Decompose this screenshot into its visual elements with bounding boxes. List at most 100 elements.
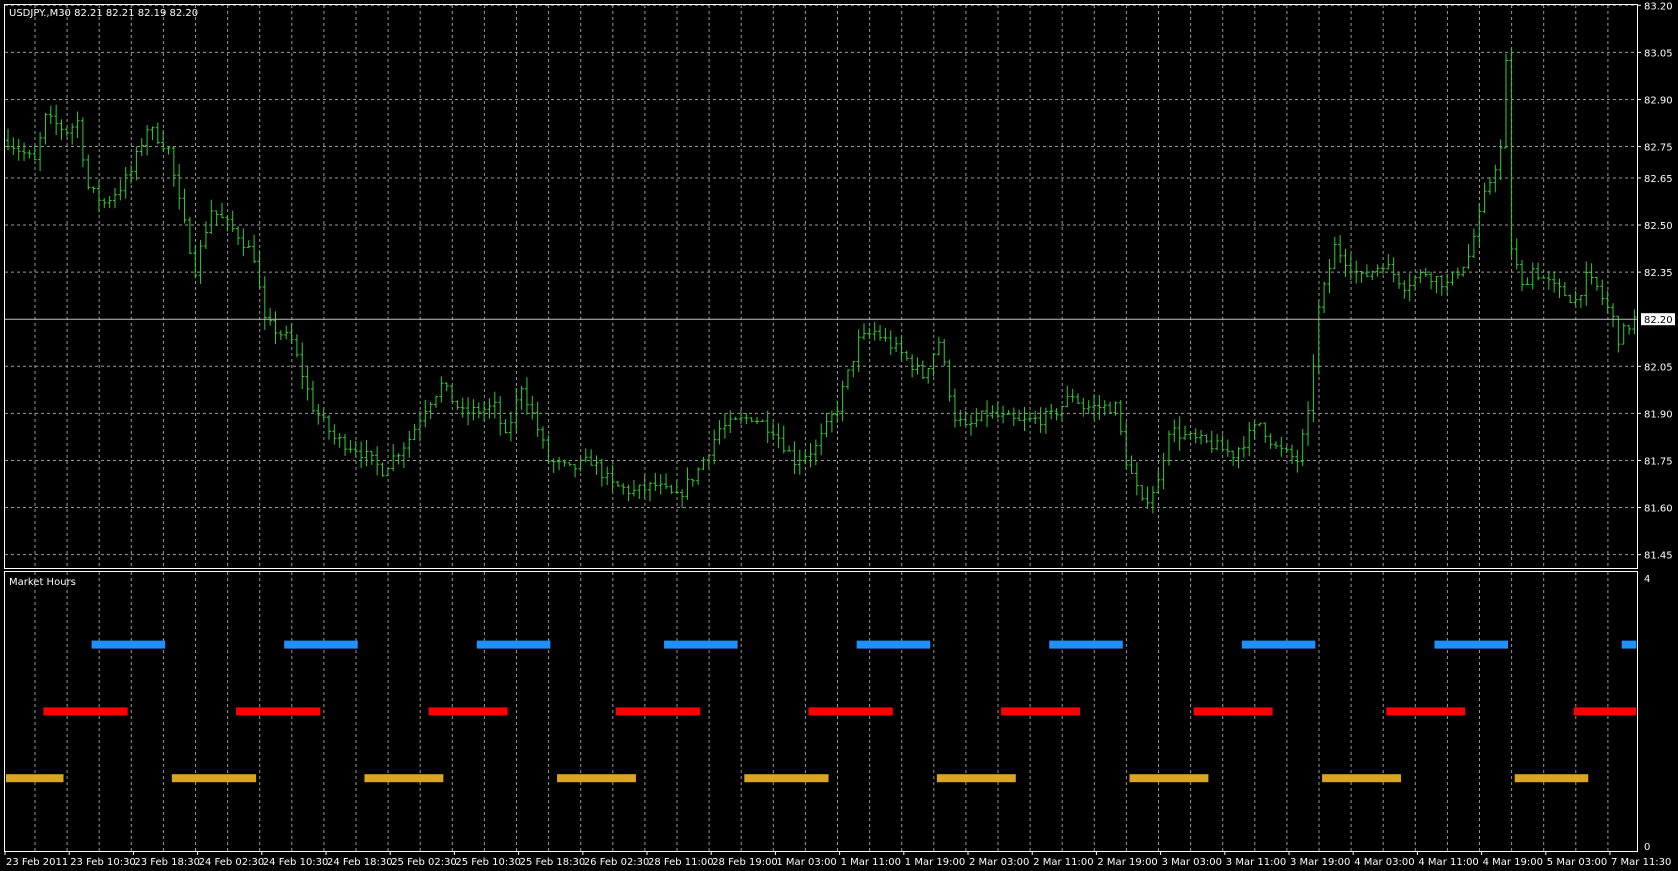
price-bar	[1017, 409, 1022, 421]
price-bar	[1504, 53, 1508, 149]
market-hours-red-bar	[43, 707, 128, 716]
price-bar	[337, 433, 342, 448]
price-bar	[904, 350, 909, 361]
price-bar	[305, 365, 310, 401]
price-bar	[1509, 48, 1514, 258]
price-bar	[1364, 264, 1369, 278]
price-bar	[1402, 280, 1407, 299]
price-bar	[278, 330, 283, 341]
time-label: 26 Feb 02:30	[584, 857, 650, 868]
price-bar	[1482, 182, 1487, 214]
price-bar	[637, 484, 642, 499]
price-bar	[16, 138, 21, 161]
price-bar	[1429, 271, 1434, 290]
price-bar	[268, 307, 273, 326]
price-bar	[680, 489, 685, 509]
price-bar	[487, 398, 492, 419]
price-bar	[781, 425, 786, 454]
price-bar	[573, 464, 578, 478]
price-bar	[102, 198, 107, 208]
price-label: 82.05	[1644, 362, 1673, 373]
price-bar	[883, 327, 888, 342]
time-axis[interactable]: 23 Feb 2011 23 Feb 10:3023 Feb 18:3024 Fe…	[4, 851, 1671, 868]
price-bar	[214, 210, 219, 226]
price-bar	[567, 462, 572, 467]
price-bar	[1568, 294, 1573, 303]
price-bar	[1520, 259, 1525, 292]
price-bar	[1247, 422, 1252, 457]
price-bar	[476, 402, 481, 419]
price-bar	[1546, 270, 1551, 290]
price-bar	[1316, 299, 1321, 375]
price-bar	[1231, 450, 1236, 466]
price-bar	[840, 380, 845, 422]
price-bar	[589, 449, 594, 466]
price-bar	[1177, 416, 1182, 451]
price-bar	[1257, 422, 1262, 427]
price-bar	[674, 480, 679, 494]
price-bar	[1124, 422, 1129, 469]
price-bar	[1311, 354, 1316, 423]
price-bar	[1273, 441, 1278, 450]
price-bar	[1477, 202, 1482, 246]
price-bar	[1070, 388, 1075, 403]
price-bar	[262, 276, 267, 330]
time-label: 25 Feb 10:30	[455, 857, 521, 868]
price-bar	[273, 311, 278, 345]
price-bar	[792, 441, 797, 475]
price-bar	[364, 440, 369, 467]
price-bar	[428, 401, 433, 420]
price-bar	[466, 397, 471, 426]
market-hours-blue-bar	[284, 640, 358, 649]
price-bar	[610, 464, 615, 492]
time-label: 4 Mar 11:00	[1418, 857, 1478, 868]
market-hours-red-bar	[808, 707, 893, 716]
price-bar	[508, 411, 513, 442]
price-bar	[979, 410, 984, 422]
price-bar	[503, 419, 508, 434]
price-bar	[1150, 485, 1155, 514]
price-bar	[599, 458, 604, 487]
price-bar	[1332, 236, 1337, 270]
time-label: 3 Mar 03:00	[1162, 857, 1222, 868]
price-bar	[808, 443, 813, 468]
time-label: 2 Mar 19:00	[1097, 857, 1157, 868]
chart-window[interactable]: USDJPY.,M30 82.21 82.21 82.19 82.20 Mark…	[0, 0, 1678, 871]
price-bar	[11, 137, 16, 155]
price-bar	[412, 424, 417, 441]
price-bar	[150, 126, 155, 141]
price-bar	[1552, 271, 1557, 293]
price-bar	[321, 408, 326, 420]
price-bar	[1584, 261, 1589, 306]
price-bar	[969, 414, 973, 436]
price-bar	[118, 179, 123, 201]
price-bar	[1621, 323, 1626, 345]
price-bar	[444, 382, 449, 392]
price-bar	[450, 385, 455, 403]
market-hours-orange-bar	[1514, 774, 1589, 783]
price-axis[interactable]: 83.20 83.05 82.90 82.75 82.65 82.50 82.35 82.05…	[1637, 1, 1673, 562]
price-bar	[1348, 253, 1353, 281]
price-bar	[1600, 279, 1605, 306]
price-bar	[1434, 275, 1439, 294]
price-bar	[1413, 275, 1418, 291]
price-bar	[353, 440, 358, 457]
price-bar	[252, 234, 257, 263]
price-label: 82.75	[1644, 143, 1673, 154]
price-bar	[43, 112, 48, 145]
price-bar	[958, 409, 963, 427]
price-bar	[1193, 428, 1198, 444]
price-bar	[96, 180, 101, 212]
time-label: 2 Mar 03:00	[969, 857, 1029, 868]
price-bar	[1397, 272, 1401, 289]
price-bar	[1375, 264, 1380, 277]
price-bar	[1327, 258, 1332, 294]
price-bar	[1455, 267, 1460, 279]
price-label: 82.35	[1644, 268, 1673, 279]
time-label: 23 Feb 18:30	[134, 857, 200, 868]
market-hours-red-bar	[1386, 707, 1466, 716]
price-label: 81.45	[1644, 551, 1673, 562]
price-bar	[1054, 407, 1059, 421]
market-hours-red-bar	[236, 707, 321, 716]
price-bar	[862, 323, 866, 340]
